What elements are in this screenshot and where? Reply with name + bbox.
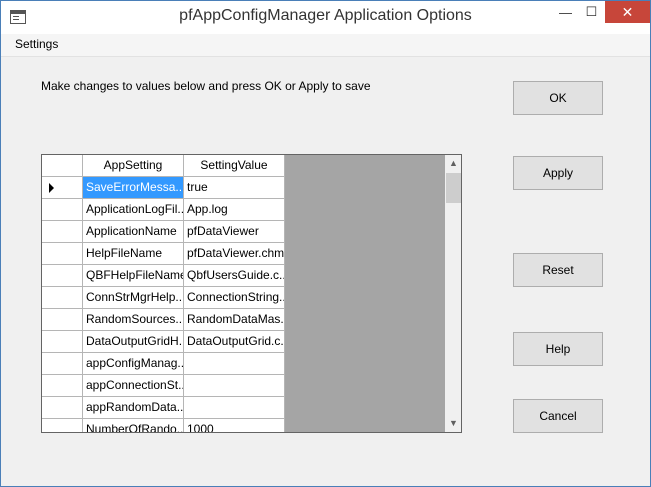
cell-appsetting[interactable]: RandomSources...	[83, 309, 184, 331]
cell-settingvalue[interactable]: true	[184, 177, 285, 199]
scroll-thumb[interactable]	[446, 173, 461, 203]
table-row[interactable]: appRandomData...	[42, 397, 285, 419]
table-row[interactable]: DataOutputGridH... DataOutputGrid.c...	[42, 331, 285, 353]
ok-button[interactable]: OK	[513, 81, 603, 115]
cell-appsetting[interactable]: DataOutputGridH...	[83, 331, 184, 353]
column-header-appsetting[interactable]: AppSetting	[83, 155, 184, 177]
row-header[interactable]	[42, 199, 83, 221]
row-header[interactable]	[42, 221, 83, 243]
current-row-arrow-icon	[49, 183, 54, 193]
cell-appsetting[interactable]: ApplicationLogFil...	[83, 199, 184, 221]
vertical-scrollbar[interactable]: ▲ ▼	[445, 155, 461, 432]
cell-settingvalue[interactable]: ConnectionString...	[184, 287, 285, 309]
grid-header: AppSetting SettingValue	[42, 155, 285, 177]
table-row[interactable]: QBFHelpFileName QbfUsersGuide.c...	[42, 265, 285, 287]
cell-settingvalue[interactable]: RandomDataMas...	[184, 309, 285, 331]
apply-button[interactable]: Apply	[513, 156, 603, 190]
row-header[interactable]	[42, 265, 83, 287]
row-header[interactable]	[42, 353, 83, 375]
cell-settingvalue[interactable]: pfDataViewer	[184, 221, 285, 243]
scroll-up-arrow-icon[interactable]: ▲	[445, 155, 461, 172]
table-row[interactable]: appConfigManag...	[42, 353, 285, 375]
menu-settings[interactable]: Settings	[11, 37, 62, 51]
cell-settingvalue[interactable]	[184, 375, 285, 397]
minimize-button[interactable]: —	[553, 1, 578, 23]
options-window: pfAppConfigManager Application Options —…	[0, 0, 651, 487]
table-row[interactable]: ConnStrMgrHelp... ConnectionString...	[42, 287, 285, 309]
cell-appsetting[interactable]: NumberOfRando...	[83, 419, 184, 432]
row-header[interactable]	[42, 243, 83, 265]
maximize-button[interactable]: ☐	[579, 1, 604, 23]
cell-settingvalue[interactable]	[184, 353, 285, 375]
table-row[interactable]: RandomSources... RandomDataMas...	[42, 309, 285, 331]
column-header-settingvalue[interactable]: SettingValue	[184, 155, 285, 177]
cell-appsetting[interactable]: SaveErrorMessa...	[83, 177, 184, 199]
row-header[interactable]	[42, 375, 83, 397]
cell-appsetting[interactable]: appConnectionSt...	[83, 375, 184, 397]
row-header[interactable]	[42, 419, 83, 432]
cell-appsetting[interactable]: ConnStrMgrHelp...	[83, 287, 184, 309]
cell-settingvalue[interactable]	[184, 397, 285, 419]
cell-appsetting[interactable]: QBFHelpFileName	[83, 265, 184, 287]
grid-corner-header[interactable]	[42, 155, 83, 177]
row-header[interactable]	[42, 397, 83, 419]
menu-bar: Settings	[1, 34, 650, 57]
table-row[interactable]: ApplicationName pfDataViewer	[42, 221, 285, 243]
row-header[interactable]	[42, 177, 83, 199]
grid-body: SaveErrorMessa... true ApplicationLogFil…	[42, 177, 285, 432]
cell-appsetting[interactable]: appRandomData...	[83, 397, 184, 419]
cell-settingvalue[interactable]: 1000	[184, 419, 285, 432]
reset-button[interactable]: Reset	[513, 253, 603, 287]
help-button[interactable]: Help	[513, 332, 603, 366]
settings-grid[interactable]: AppSetting SettingValue SaveErrorMessa..…	[41, 154, 462, 433]
row-header[interactable]	[42, 331, 83, 353]
row-header[interactable]	[42, 309, 83, 331]
table-row[interactable]: appConnectionSt...	[42, 375, 285, 397]
cell-appsetting[interactable]: ApplicationName	[83, 221, 184, 243]
cell-settingvalue[interactable]: QbfUsersGuide.c...	[184, 265, 285, 287]
close-button[interactable]: ✕	[605, 1, 650, 23]
cancel-button[interactable]: Cancel	[513, 399, 603, 433]
title-bar[interactable]: pfAppConfigManager Application Options —…	[1, 1, 650, 34]
instructions-label: Make changes to values below and press O…	[41, 79, 371, 93]
cell-appsetting[interactable]: appConfigManag...	[83, 353, 184, 375]
cell-settingvalue[interactable]: DataOutputGrid.c...	[184, 331, 285, 353]
table-row[interactable]: NumberOfRando... 1000	[42, 419, 285, 432]
cell-settingvalue[interactable]: pfDataViewer.chm	[184, 243, 285, 265]
table-row[interactable]: ApplicationLogFil... App.log	[42, 199, 285, 221]
table-row[interactable]: SaveErrorMessa... true	[42, 177, 285, 199]
cell-appsetting[interactable]: HelpFileName	[83, 243, 184, 265]
table-row[interactable]: HelpFileName pfDataViewer.chm	[42, 243, 285, 265]
row-header[interactable]	[42, 287, 83, 309]
scroll-down-arrow-icon[interactable]: ▼	[445, 415, 461, 432]
cell-settingvalue[interactable]: App.log	[184, 199, 285, 221]
